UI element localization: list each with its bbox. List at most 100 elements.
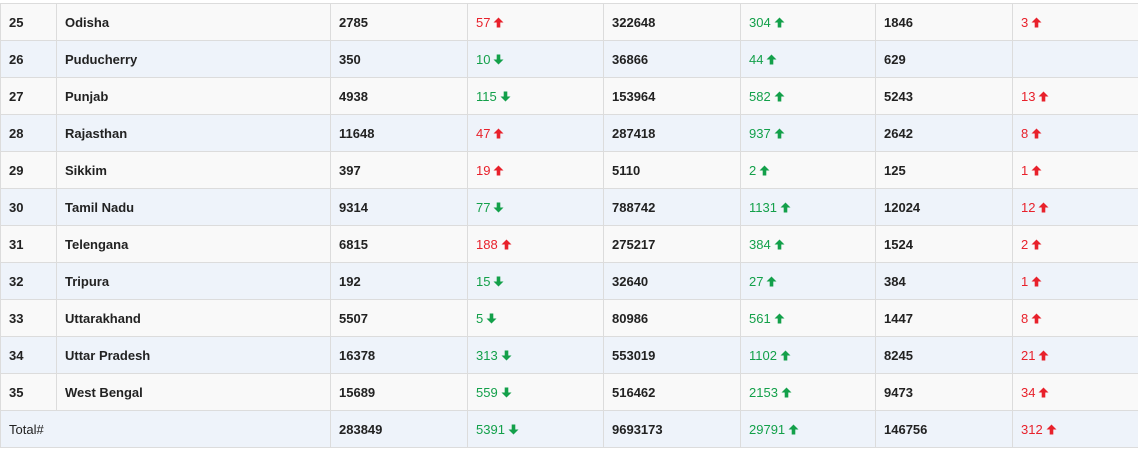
arrow-up-icon xyxy=(1031,17,1042,28)
active-change-value: 47 xyxy=(476,126,490,141)
state-name: Telengana xyxy=(57,226,331,263)
active-cases: 2785 xyxy=(331,4,468,41)
deaths-change: 8 xyxy=(1013,115,1138,152)
arrow-up-icon xyxy=(1031,276,1042,287)
arrow-down-icon xyxy=(501,350,512,361)
deaths-change: 1 xyxy=(1013,263,1138,300)
total-active-change: 5391 xyxy=(468,411,604,448)
discharged-change: 1102 xyxy=(741,337,876,374)
discharged-count: 516462 xyxy=(604,374,741,411)
deaths-change xyxy=(1013,41,1138,78)
discharged-change: 304 xyxy=(741,4,876,41)
deaths-change-value: 1 xyxy=(1021,163,1028,178)
discharged-change: 1131 xyxy=(741,189,876,226)
serial-number: 27 xyxy=(1,78,57,115)
total-active-cases: 283849 xyxy=(331,411,468,448)
arrow-down-icon xyxy=(486,313,497,324)
serial-number: 29 xyxy=(1,152,57,189)
deaths-count: 1846 xyxy=(876,4,1013,41)
discharged-change-value: 384 xyxy=(749,237,771,252)
total-label: Total# xyxy=(1,411,331,448)
discharged-count: 553019 xyxy=(604,337,741,374)
active-change-value: 77 xyxy=(476,200,490,215)
state-name: Uttarakhand xyxy=(57,300,331,337)
arrow-up-icon xyxy=(774,91,785,102)
table-row: 32Tripura1921532640273841 xyxy=(1,263,1138,300)
arrow-up-icon xyxy=(774,239,785,250)
state-name: Tamil Nadu xyxy=(57,189,331,226)
active-cases: 4938 xyxy=(331,78,468,115)
active-change-value: 115 xyxy=(476,89,497,104)
table-row: 31Telengana681518827521738415242 xyxy=(1,226,1138,263)
table-row: 28Rajasthan116484728741893726428 xyxy=(1,115,1138,152)
arrow-up-icon xyxy=(1031,165,1042,176)
discharged-count: 275217 xyxy=(604,226,741,263)
active-change: 5 xyxy=(468,300,604,337)
arrow-down-icon xyxy=(500,91,511,102)
deaths-change: 1 xyxy=(1013,152,1138,189)
arrow-down-icon xyxy=(508,424,519,435)
active-cases: 350 xyxy=(331,41,468,78)
state-name: Punjab xyxy=(57,78,331,115)
arrow-up-icon xyxy=(780,202,791,213)
serial-number: 34 xyxy=(1,337,57,374)
total-deaths-change-value: 312 xyxy=(1021,422,1043,437)
active-change: 19 xyxy=(468,152,604,189)
arrow-up-icon xyxy=(766,54,777,65)
active-change-value: 15 xyxy=(476,274,490,289)
arrow-up-icon xyxy=(774,313,785,324)
discharged-change-value: 27 xyxy=(749,274,763,289)
arrow-up-icon xyxy=(1031,128,1042,139)
arrow-up-icon xyxy=(493,17,504,28)
discharged-change-value: 2153 xyxy=(749,385,778,400)
discharged-change: 582 xyxy=(741,78,876,115)
deaths-count: 384 xyxy=(876,263,1013,300)
active-cases: 11648 xyxy=(331,115,468,152)
discharged-count: 322648 xyxy=(604,4,741,41)
serial-number: 30 xyxy=(1,189,57,226)
discharged-change-value: 1131 xyxy=(749,200,777,215)
discharged-change-value: 937 xyxy=(749,126,771,141)
discharged-count: 36866 xyxy=(604,41,741,78)
arrow-up-icon xyxy=(788,424,799,435)
deaths-count: 5243 xyxy=(876,78,1013,115)
state-name: Sikkim xyxy=(57,152,331,189)
deaths-change: 12 xyxy=(1013,189,1138,226)
active-cases: 192 xyxy=(331,263,468,300)
total-deaths-count: 146756 xyxy=(876,411,1013,448)
arrow-up-icon xyxy=(781,387,792,398)
discharged-change-value: 2 xyxy=(749,163,756,178)
arrow-up-icon xyxy=(493,165,504,176)
state-name: West Bengal xyxy=(57,374,331,411)
discharged-change-value: 304 xyxy=(749,15,771,30)
arrow-up-icon xyxy=(774,128,785,139)
active-change-value: 5 xyxy=(476,311,483,326)
active-change: 15 xyxy=(468,263,604,300)
arrow-down-icon xyxy=(501,387,512,398)
active-change-value: 188 xyxy=(476,237,498,252)
deaths-change-value: 1 xyxy=(1021,274,1028,289)
arrow-up-icon xyxy=(774,17,785,28)
arrow-down-icon xyxy=(493,202,504,213)
deaths-count: 12024 xyxy=(876,189,1013,226)
deaths-change-value: 12 xyxy=(1021,200,1035,215)
active-change-value: 19 xyxy=(476,163,490,178)
arrow-up-icon xyxy=(1046,424,1057,435)
arrow-up-icon xyxy=(1038,387,1049,398)
table-row: 29Sikkim39719511021251 xyxy=(1,152,1138,189)
deaths-count: 8245 xyxy=(876,337,1013,374)
deaths-change-value: 3 xyxy=(1021,15,1028,30)
active-change: 77 xyxy=(468,189,604,226)
discharged-change: 44 xyxy=(741,41,876,78)
discharged-count: 5110 xyxy=(604,152,741,189)
deaths-change: 34 xyxy=(1013,374,1138,411)
deaths-change-value: 21 xyxy=(1021,348,1035,363)
discharged-change-value: 561 xyxy=(749,311,771,326)
state-name: Rajasthan xyxy=(57,115,331,152)
deaths-count: 1524 xyxy=(876,226,1013,263)
deaths-change: 13 xyxy=(1013,78,1138,115)
arrow-up-icon xyxy=(759,165,770,176)
total-discharged-change-value: 29791 xyxy=(749,422,785,437)
active-change: 57 xyxy=(468,4,604,41)
discharged-count: 32640 xyxy=(604,263,741,300)
